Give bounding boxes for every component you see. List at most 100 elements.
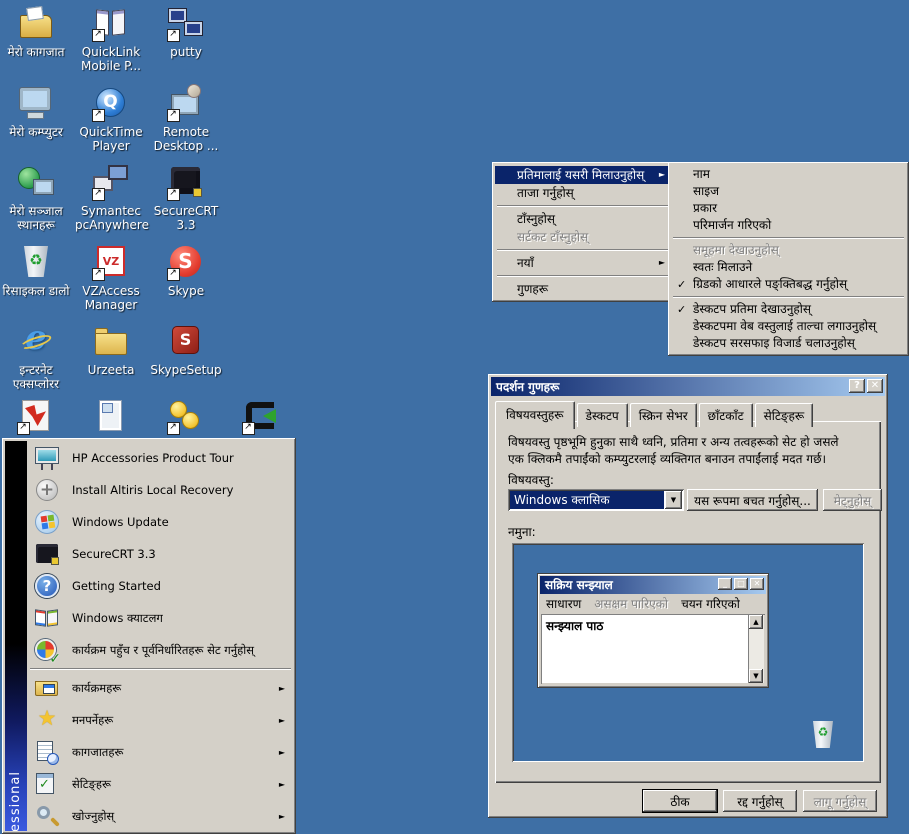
start-item-programs[interactable]: कार्यक्रमहरू ► [29,672,292,704]
putty-icon [166,4,206,42]
submenu-item-size[interactable]: साइज [671,183,906,200]
start-item-program-access[interactable]: कार्यक्रम पहुँच र पूर्वनिर्धारितहरू सेट … [29,634,292,666]
dialog-titlebar[interactable]: पदर्शन गुणहरू ? ✕ [491,377,885,396]
close-button[interactable]: ✕ [867,379,883,393]
dialog-tabs: विषयवस्तुहरू डेस्कटप स्क्रिन सेभर छाँटका… [495,401,815,427]
tab-settings[interactable]: सेटिङ्हरू [755,403,814,427]
tab-themes[interactable]: विषयवस्तुहरू [495,401,575,429]
desktop-icon-remote-desktop[interactable]: RemoteDesktop ... [150,84,222,153]
start-item-hp-tour[interactable]: HP Accessories Product Tour [29,442,292,474]
tab-screensaver[interactable]: स्क्रिन सेभर [630,403,697,427]
vpn-client-icon [241,397,281,435]
desktop-icon-network-places[interactable]: मेरो सञ्जालस्थानहरू [0,163,72,232]
submenu-item-align-to-grid[interactable]: ✓ ग्रिडको आधारले पङ्क्तिबद्ध गर्नुहोस् [671,276,906,293]
help-button[interactable]: ? [849,379,865,393]
maximize-icon: □ [734,578,748,590]
cancel-button[interactable]: रद्द गर्नुहोस् [723,790,797,812]
apply-button: लागू गर्नुहोस् [803,790,877,812]
submenu-item-modified[interactable]: परिमार्जन गरिएको [671,217,906,234]
question-circle-icon [34,573,60,599]
desktop-icon-urzeeta-folder[interactable]: Urzeeta [75,322,147,377]
settings-icon [34,771,60,797]
submenu-arrow-icon: ► [279,780,285,789]
start-item-search[interactable]: खोज्नुहोस् ► [29,800,292,832]
sample-window-menubar: साधारण असक्षम पारिएको चयन गरिएको [541,596,765,613]
theme-combobox[interactable]: Windows क्लासिक ▼ [508,489,684,511]
menu-item-arrange-icons[interactable]: प्रतिमालाई यसरी मिलाउनुहोस् ► [495,166,671,184]
menu-item-new[interactable]: नयाँ ► [495,254,671,272]
submenu-arrow-icon: ► [659,254,665,272]
tab-appearance[interactable]: छाँटकाँट [699,403,753,427]
desktop-icon-putty[interactable]: putty [150,4,222,59]
documents-icon [34,739,60,765]
ok-button[interactable]: ठीक [643,790,717,812]
desktop-icon-internet-explorer[interactable]: इन्टरनेटएक्सप्लोरर [0,322,72,391]
sample-window-body: सन्झ्याल पाठ ▲ ▼ [541,614,765,684]
submenu-item-show-in-groups: समूहमा देखाउनुहोस् [671,242,906,259]
menu-separator [30,668,291,670]
submenu-item-desktop-cleanup-wizard[interactable]: डेस्कटप सरसफाइ विजार्ड चलाउनुहोस् [671,335,906,352]
skype-icon [166,243,206,281]
skype-setup-icon [166,322,206,360]
desktop-icon-acrobat[interactable] [0,397,72,435]
messenger-icon [166,397,206,435]
desktop-icon-skype[interactable]: Skype [150,243,222,298]
icon-label: मेरो कागजात [0,45,72,59]
desktop-icon-recycle-bin[interactable]: रिसाइकल डालो [0,243,72,298]
start-item-getting-started[interactable]: Getting Started [29,570,292,602]
remote-desktop-icon [166,84,206,122]
sample-window-titlebar: सक्रिय सन्झ्याल _ □ ✕ [540,576,766,594]
desktop-icon-vzaccess[interactable]: VZAccessManager [75,243,147,312]
minimize-icon: _ [718,578,732,590]
desktop-icon-messenger[interactable] [150,397,222,435]
submenu-item-auto-arrange[interactable]: स्वतः मिलाउने [671,259,906,276]
sample-window: सक्रिय सन्झ्याल _ □ ✕ साधारण असक्षम पारि… [538,574,768,687]
display-properties-dialog: पदर्शन गुणहरू ? ✕ विषयवस्तुहरू डेस्कटप स… [488,374,888,818]
shortcut-arrow-icon [167,109,180,122]
start-item-settings[interactable]: सेटिङ्हरू ► [29,768,292,800]
menu-item-properties[interactable]: गुणहरू [495,280,671,298]
menu-item-refresh[interactable]: ताजा गर्नुहोस् [495,184,671,202]
tab-desktop[interactable]: डेस्कटप [577,403,628,427]
recycle-bin-icon [16,243,56,281]
submenu-item-show-desktop-icons[interactable]: ✓ डेस्कटप प्रतिमा देखाउनुहोस् [671,301,906,318]
desktop-icon-pcanywhere[interactable]: SymantecpcAnywhere [75,163,147,232]
shortcut-arrow-icon [167,268,180,281]
submenu-arrow-icon: ► [659,166,665,184]
desktop-icon-quicktime[interactable]: QuickTimePlayer [75,84,147,153]
desktop-icon-securecrt[interactable]: SecureCRT3.3 [150,163,222,232]
combo-dropdown-button[interactable]: ▼ [665,491,682,509]
programs-folder-icon [34,675,60,701]
desktop-icon-vpn-client[interactable] [225,397,297,435]
installer-document-icon [91,397,131,435]
banner-text: Professional [8,771,23,831]
sample-label: नमुना: [508,523,536,540]
menu-item-paste[interactable]: टाँस्नुहोस् [495,210,671,228]
sample-window-title: सक्रिय सन्झ्याल [545,578,613,592]
icon-label: रिसाइकल डालो [0,284,72,298]
arrange-icons-submenu: नाम साइज प्रकार परिमार्जन गरिएको समूहमा … [668,162,909,356]
icon-label: SymantecpcAnywhere [75,204,147,232]
submenu-item-name[interactable]: नाम [671,166,906,183]
desktop-icon-my-computer[interactable]: मेरो कम्प्युटर [0,84,72,139]
start-item-windows-update[interactable]: Windows Update [29,506,292,538]
start-item-documents[interactable]: कागजातहरू ► [29,736,292,768]
submenu-item-type[interactable]: प्रकार [671,200,906,217]
start-item-securecrt[interactable]: SecureCRT 3.3 [29,538,292,570]
submenu-item-lock-web-items[interactable]: डेस्कटपमा वेब वस्तुलाई ताल्चा लगाउनुहोस् [671,318,906,335]
desktop-icon-my-documents[interactable]: मेरो कागजात [0,4,72,59]
icon-label: QuickTimePlayer [75,125,147,153]
desktop-icon-quicklink[interactable]: QuickLinkMobile P... [75,4,147,73]
desktop-icon-installer-document[interactable] [75,397,147,435]
sample-menu-selected: चयन गरिएको [681,596,740,613]
desktop-icon-skypesetup[interactable]: SkypeSetup [150,322,222,377]
sample-scrollbar: ▲ ▼ [748,615,764,683]
icon-label: मेरो कम्प्युटर [0,125,72,139]
save-as-button[interactable]: यस रूपमा बचत गर्नुहोस्... [687,489,818,511]
start-item-favorites[interactable]: मनपर्नेहरू ► [29,704,292,736]
my-documents-icon [16,4,56,42]
themes-tab-panel: विषयवस्तु पृष्ठभूमि हुनुका साथै ध्वनि, प… [495,421,881,783]
search-icon [34,803,60,829]
start-item-altiris[interactable]: Install Altiris Local Recovery [29,474,292,506]
start-item-windows-catalog[interactable]: Windows क्याटलग [29,602,292,634]
